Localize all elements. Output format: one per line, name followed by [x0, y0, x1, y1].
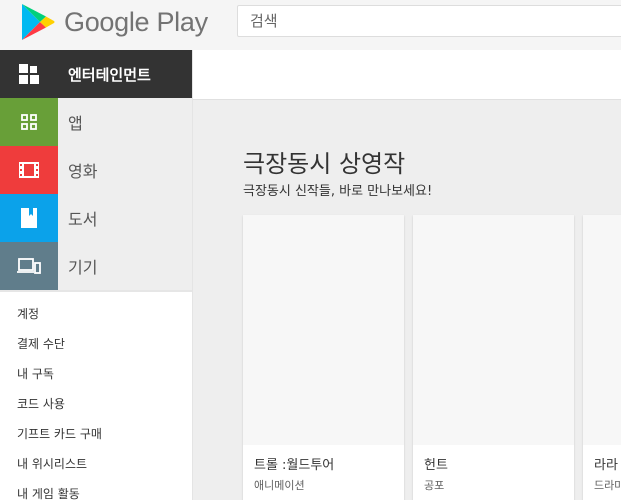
movie-card[interactable]: 헌트 공포 — [413, 215, 574, 500]
top-header: Google Play — [0, 0, 621, 50]
movie-card[interactable]: 라라 드라마 — [583, 215, 621, 500]
link-redeem-code[interactable]: 코드 사용 — [0, 392, 192, 422]
movie-title[interactable]: 트롤 :월드투어 — [254, 454, 334, 473]
movie-genre[interactable]: 공포 — [424, 477, 444, 493]
link-payment-methods[interactable]: 결제 수단 — [0, 332, 192, 362]
link-buy-gift-card[interactable]: 기프트 카드 구매 — [0, 422, 192, 452]
search-input[interactable] — [238, 6, 621, 36]
sidebar-item-label: 영화 — [68, 162, 98, 181]
link-wishlist[interactable]: 내 위시리스트 — [0, 452, 192, 482]
link-my-subscriptions[interactable]: 내 구독 — [0, 362, 192, 392]
sidebar-item-label: 기기 — [68, 258, 98, 277]
sidebar-item-devices[interactable]: 기기 — [0, 242, 192, 290]
sidebar-item-label: 엔터테인먼트 — [68, 65, 151, 84]
book-icon — [0, 194, 58, 242]
account-links: 계정 결제 수단 내 구독 코드 사용 기프트 카드 구매 내 위시리스트 내 … — [0, 292, 192, 500]
movie-poster[interactable] — [243, 215, 404, 445]
section-subtitle: 극장동시 신작들, 바로 만나보세요! — [243, 184, 433, 199]
category-toolbar — [193, 50, 621, 100]
sidebar-item-books[interactable]: 도서 — [0, 194, 192, 242]
apps-grid-icon — [0, 98, 58, 146]
link-play-activity[interactable]: 내 게임 활동 — [0, 482, 192, 500]
sidebar-item-label: 도서 — [68, 210, 98, 229]
sidebar: 엔터테인먼트 앱 영화 도서 기기 계정 결제 수단 내 구독 코드 사용 기프… — [0, 50, 193, 500]
main-content: 극장동시 상영작 극장동시 신작들, 바로 만나보세요! 트롤 :월드투어 애니… — [193, 100, 621, 500]
movie-genre[interactable]: 드라마 — [594, 477, 621, 493]
movie-poster[interactable] — [413, 215, 574, 445]
link-account[interactable]: 계정 — [0, 302, 192, 332]
sidebar-item-apps[interactable]: 앱 — [0, 98, 192, 146]
sidebar-item-entertainment[interactable]: 엔터테인먼트 — [0, 50, 192, 98]
movie-poster[interactable] — [583, 215, 621, 445]
search-box[interactable] — [237, 5, 621, 37]
film-icon — [0, 146, 58, 194]
section-title[interactable]: 극장동시 상영작 — [243, 144, 405, 179]
logo-text: Google Play — [64, 6, 208, 37]
movie-title[interactable]: 헌트 — [424, 454, 448, 473]
sidebar-item-label: 앱 — [68, 114, 83, 133]
movie-card[interactable]: 트롤 :월드투어 애니메이션 — [243, 215, 404, 500]
movie-title[interactable]: 라라 — [594, 454, 618, 473]
sidebar-item-movies[interactable]: 영화 — [0, 146, 192, 194]
devices-icon — [0, 242, 58, 290]
google-play-logo[interactable]: Google Play — [20, 2, 210, 42]
play-triangle-icon — [22, 4, 55, 40]
movie-genre[interactable]: 애니메이션 — [254, 477, 305, 493]
entertainment-icon — [0, 50, 58, 98]
